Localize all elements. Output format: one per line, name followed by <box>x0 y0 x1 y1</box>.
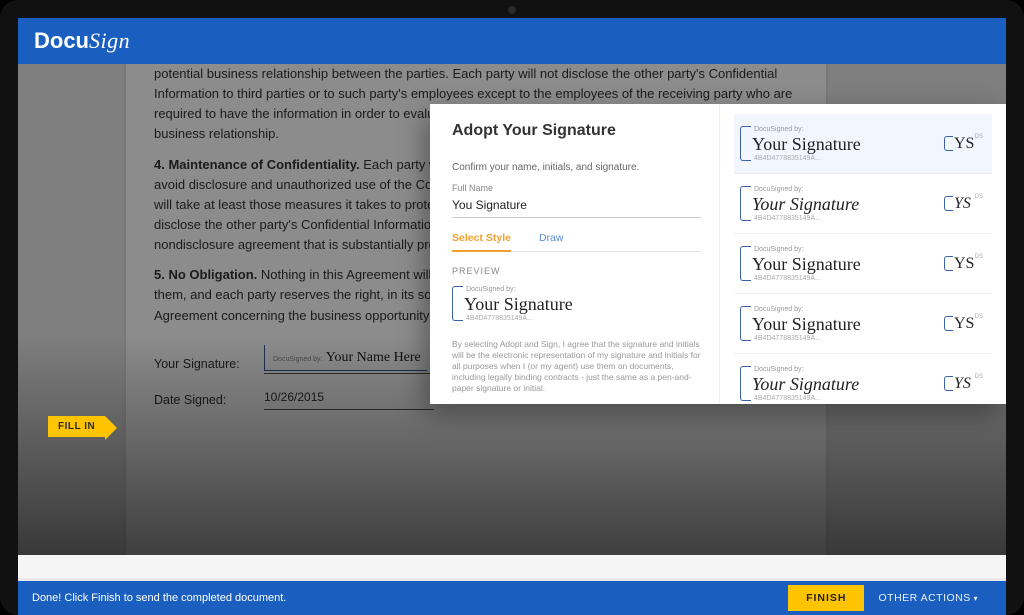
other-actions-button[interactable]: OTHER ACTIONS <box>864 585 992 611</box>
tab-select-style[interactable]: Select Style <box>452 232 511 252</box>
signature-style-list[interactable]: DocuSigned by:Your Signature4B4D47788351… <box>720 104 1006 404</box>
signature-style-option[interactable]: DocuSigned by:Your Signature4B4D47788351… <box>734 354 992 404</box>
style-initials-box: DSYS <box>944 192 986 215</box>
status-message: Done! Click Finish to send the completed… <box>32 592 788 604</box>
signature-style-option[interactable]: DocuSigned by:Your Signature4B4D47788351… <box>734 234 992 294</box>
app-header: DocuSign <box>18 18 1006 64</box>
style-id: 4B4D4778835149A... <box>752 335 861 342</box>
full-name-label: Full Name <box>452 183 701 193</box>
style-signature-box: DocuSigned by:Your Signature4B4D47788351… <box>740 122 869 165</box>
modal-title: Adopt Your Signature <box>452 122 701 140</box>
style-by: DocuSigned by: <box>752 366 859 373</box>
ds-badge: DS <box>975 374 983 380</box>
style-id: 4B4D4778835149A... <box>752 395 859 402</box>
brand-logo: DocuSign <box>34 28 130 54</box>
style-by: DocuSigned by: <box>752 246 861 253</box>
style-initials-box: DSYS <box>944 132 986 155</box>
preview-signature-box: DocuSigned by: Your Signature 4B4D477883… <box>452 282 581 325</box>
style-text: Your Signature <box>752 194 859 214</box>
signature-style-option[interactable]: DocuSigned by:Your Signature4B4D47788351… <box>734 294 992 354</box>
adopt-signature-modal: Adopt Your Signature Confirm your name, … <box>430 104 1006 404</box>
full-name-input[interactable] <box>452 195 701 218</box>
style-text: Your Signature <box>752 254 861 274</box>
style-tabs: Select Style Draw <box>452 232 701 252</box>
style-text: Your Signature <box>752 134 861 154</box>
device-frame: DocuSign potential business relationship… <box>0 0 1024 615</box>
brand-part2: Sign <box>89 28 130 53</box>
style-signature-box: DocuSigned by:Your Signature4B4D47788351… <box>740 362 867 404</box>
ds-badge: DS <box>975 254 983 260</box>
style-signature-box: DocuSigned by:Your Signature4B4D47788351… <box>740 242 869 285</box>
style-by: DocuSigned by: <box>752 306 861 313</box>
finish-button[interactable]: FINISH <box>788 585 864 611</box>
brand-part1: Docu <box>34 28 89 53</box>
document-viewport: potential business relationship between … <box>18 64 1006 555</box>
signature-style-option[interactable]: DocuSigned by:Your Signature4B4D47788351… <box>734 174 992 234</box>
signature-preview: DocuSigned by: Your Signature 4B4D477883… <box>452 282 701 325</box>
style-by: DocuSigned by: <box>752 126 861 133</box>
adopt-disclaimer: By selecting Adopt and Sign, I agree tha… <box>452 339 701 394</box>
preview-text: Your Signature <box>464 294 573 314</box>
style-id: 4B4D4778835149A... <box>752 215 859 222</box>
style-id: 4B4D4778835149A... <box>752 155 861 162</box>
app-screen: DocuSign potential business relationship… <box>18 18 1006 615</box>
style-initials-box: DSYS <box>944 252 986 275</box>
style-signature-box: DocuSigned by:Your Signature4B4D47788351… <box>740 182 867 225</box>
camera-icon <box>508 6 516 14</box>
signature-style-option[interactable]: DocuSigned by:Your Signature4B4D47788351… <box>734 114 992 174</box>
preview-id: 4B4D4778835149A... <box>464 315 573 322</box>
preview-label: PREVIEW <box>452 266 701 276</box>
fill-in-tag[interactable]: FILL IN <box>48 416 105 437</box>
style-text: Your Signature <box>752 314 861 334</box>
action-bar: Done! Click Finish to send the completed… <box>18 581 1006 615</box>
modal-subtitle: Confirm your name, initials, and signatu… <box>452 162 701 173</box>
style-id: 4B4D4778835149A... <box>752 275 861 282</box>
preview-by: DocuSigned by: <box>464 286 573 293</box>
ds-badge: DS <box>975 194 983 200</box>
modal-left-pane: Adopt Your Signature Confirm your name, … <box>430 104 720 404</box>
style-by: DocuSigned by: <box>752 186 859 193</box>
style-initials-box: DSYS <box>944 312 986 335</box>
tab-draw[interactable]: Draw <box>539 232 564 251</box>
style-text: Your Signature <box>752 374 859 394</box>
style-signature-box: DocuSigned by:Your Signature4B4D47788351… <box>740 302 869 345</box>
ds-badge: DS <box>975 134 983 140</box>
style-initials-box: DSYS <box>944 372 986 395</box>
ds-badge: DS <box>975 314 983 320</box>
